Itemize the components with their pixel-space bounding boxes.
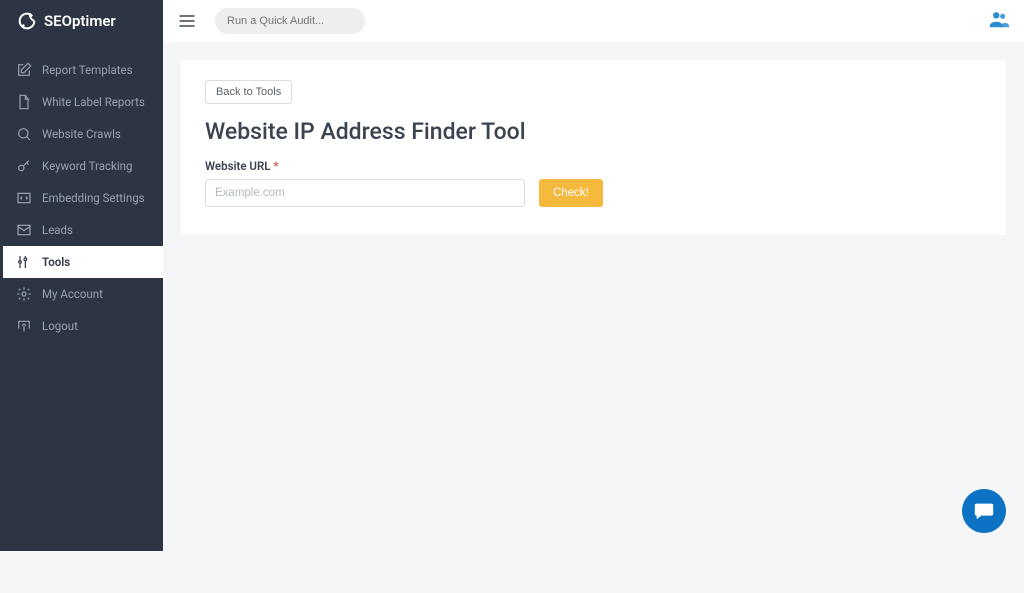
logout-icon xyxy=(16,318,32,334)
topbar-right xyxy=(988,8,1010,34)
sidebar-item-label: Keyword Tracking xyxy=(42,159,132,173)
sidebar-item-report-templates[interactable]: Report Templates xyxy=(0,54,163,86)
content: Back to Tools Website IP Address Finder … xyxy=(163,42,1024,253)
edit-icon xyxy=(16,62,32,78)
sidebar-item-keyword-tracking[interactable]: Keyword Tracking xyxy=(0,150,163,182)
form-row: Website URL * Check! xyxy=(205,159,982,207)
logo-text: SEOptimer xyxy=(44,12,116,30)
sidebar-item-label: Logout xyxy=(42,319,78,333)
url-label: Website URL * xyxy=(205,159,525,173)
check-button[interactable]: Check! xyxy=(539,179,603,207)
sidebar-item-leads[interactable]: Leads xyxy=(0,214,163,246)
search-input[interactable] xyxy=(227,15,369,27)
tool-icon xyxy=(16,254,32,270)
gear-icon xyxy=(16,286,32,302)
topbar xyxy=(163,0,1024,42)
sidebar-item-my-account[interactable]: My Account xyxy=(0,278,163,310)
sidebar-item-label: Tools xyxy=(42,255,70,269)
sidebar-item-embedding-settings[interactable]: Embedding Settings xyxy=(0,182,163,214)
sidebar-item-label: Report Templates xyxy=(42,63,133,77)
users-icon[interactable] xyxy=(988,8,1010,30)
panel: Back to Tools Website IP Address Finder … xyxy=(181,60,1006,235)
menu-toggle-icon[interactable] xyxy=(177,11,197,31)
sidebar-item-label: Embedding Settings xyxy=(42,191,145,205)
search-icon xyxy=(16,126,32,142)
sidebar-item-label: White Label Reports xyxy=(42,95,145,109)
required-asterisk: * xyxy=(273,159,278,173)
mail-icon xyxy=(16,222,32,238)
back-to-tools-button[interactable]: Back to Tools xyxy=(205,80,292,104)
chat-icon xyxy=(973,500,995,522)
sidebar-item-label: My Account xyxy=(42,287,103,301)
url-form-group: Website URL * xyxy=(205,159,525,207)
key-icon xyxy=(16,158,32,174)
sidebar-item-white-label-reports[interactable]: White Label Reports xyxy=(0,86,163,118)
logo-icon xyxy=(16,10,38,32)
sidebar-item-label: Website Crawls xyxy=(42,127,121,141)
embed-icon xyxy=(16,190,32,206)
sidebar-item-logout[interactable]: Logout xyxy=(0,310,163,342)
logo[interactable]: SEOptimer xyxy=(0,0,163,42)
url-label-text: Website URL xyxy=(205,159,270,173)
sidebar-item-website-crawls[interactable]: Website Crawls xyxy=(0,118,163,150)
chat-widget[interactable] xyxy=(962,489,1006,533)
nav-list: Report Templates White Label Reports Web… xyxy=(0,42,163,342)
sidebar: SEOptimer Report Templates White Label R… xyxy=(0,0,163,551)
search-box[interactable] xyxy=(215,8,365,34)
sidebar-item-tools[interactable]: Tools xyxy=(0,246,163,278)
page-title: Website IP Address Finder Tool xyxy=(205,118,982,145)
website-url-input[interactable] xyxy=(205,179,525,207)
sidebar-item-label: Leads xyxy=(42,223,73,237)
file-icon xyxy=(16,94,32,110)
